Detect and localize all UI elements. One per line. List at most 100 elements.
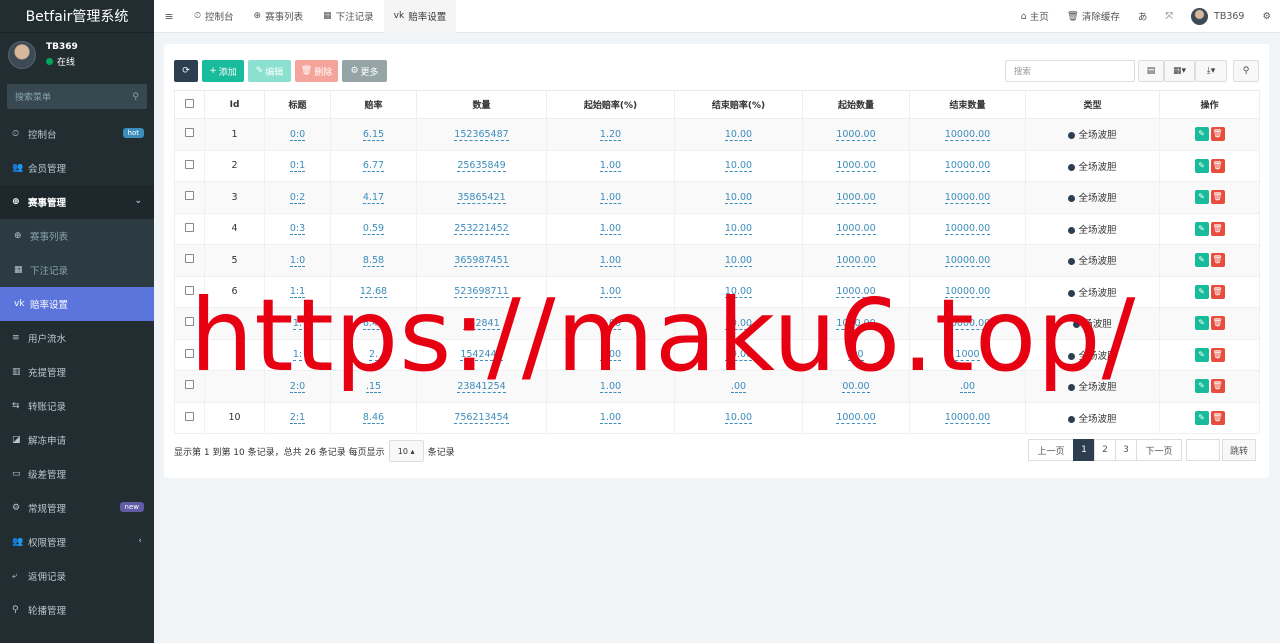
editable-end_qty-link[interactable]: 10000.00 bbox=[944, 128, 991, 141]
tab-0[interactable]: ⏲ 控制台 bbox=[184, 0, 244, 33]
next-page-button[interactable]: 下一页 bbox=[1136, 439, 1182, 461]
editable-start_rate-link[interactable]: 1.00 bbox=[599, 223, 622, 236]
page-button-1[interactable]: 1 bbox=[1073, 439, 1095, 461]
refresh-button[interactable]: ⟳ bbox=[174, 60, 198, 82]
tab-3[interactable]: vk 赔率设置 bbox=[383, 0, 457, 33]
editable-start_qty-link[interactable]: 1000.00 bbox=[836, 254, 876, 267]
column-header[interactable]: 赔率 bbox=[330, 90, 417, 119]
editable-end_rate-link[interactable]: 10.00 bbox=[724, 128, 753, 141]
sidebar-item-11[interactable]: ⚙ 常规管理 new bbox=[0, 491, 154, 525]
prev-page-button[interactable]: 上一页 bbox=[1028, 439, 1074, 461]
editable-odds-link[interactable]: 6.77 bbox=[362, 160, 385, 173]
language-icon[interactable]: あ bbox=[1129, 9, 1157, 23]
editable-end_qty-link[interactable]: 10000.00 bbox=[944, 412, 991, 425]
row-checkbox[interactable] bbox=[174, 149, 205, 182]
editable-start_qty-link[interactable]: 1000.00 bbox=[836, 191, 876, 204]
column-header[interactable]: 标题 bbox=[264, 90, 331, 119]
editable-start_rate-link[interactable]: 1.20 bbox=[599, 128, 622, 141]
editable-title-link[interactable]: 0:1 bbox=[289, 160, 306, 173]
tab-1[interactable]: ⊕ 赛事列表 bbox=[244, 0, 314, 33]
toggle-view-button[interactable]: ▤ bbox=[1138, 60, 1164, 82]
editable-end_rate-link[interactable]: 10.00 bbox=[724, 160, 753, 173]
editable-qty-link[interactable]: 756213454 bbox=[454, 412, 509, 425]
table-search-input[interactable]: 搜索 bbox=[1005, 60, 1135, 82]
column-header[interactable]: 数量 bbox=[416, 90, 547, 119]
sidebar-item-3[interactable]: ⊕ 赛事列表 bbox=[0, 219, 154, 253]
sidebar-item-12[interactable]: 👥 权限管理 ‹ bbox=[0, 525, 154, 559]
editable-qty-link[interactable]: 253221452 bbox=[454, 223, 509, 236]
app-title[interactable]: Betfair管理系统 bbox=[0, 0, 154, 33]
editable-start_rate-link[interactable]: 1.00 bbox=[599, 191, 622, 204]
row-checkbox[interactable] bbox=[174, 118, 205, 151]
row-edit-button[interactable]: ✎ bbox=[1194, 379, 1209, 394]
home-link[interactable]: ⌂ 主页 bbox=[1012, 9, 1058, 24]
columns-button[interactable]: ▦▾ bbox=[1164, 60, 1195, 82]
edit-button[interactable]: ✎ 编辑 bbox=[248, 60, 291, 82]
editable-odds-link[interactable]: 0.59 bbox=[362, 223, 385, 236]
editable-start_qty-link[interactable]: 1000.00 bbox=[836, 412, 876, 425]
editable-start_rate-link[interactable]: 1.00 bbox=[599, 254, 622, 267]
menu-toggle-icon[interactable]: ≡ bbox=[154, 10, 184, 23]
editable-qty-link[interactable]: 152365487 bbox=[454, 128, 509, 141]
row-delete-button[interactable]: 🗑 bbox=[1210, 347, 1225, 362]
editable-start_qty-link[interactable]: 1000.00 bbox=[836, 128, 876, 141]
editable-end_rate-link[interactable]: 10.00 bbox=[724, 191, 753, 204]
column-header[interactable]: 类型 bbox=[1025, 90, 1160, 119]
settings-gears-icon[interactable]: ⚙ bbox=[1253, 11, 1280, 22]
add-button[interactable]: + 添加 bbox=[202, 60, 244, 82]
editable-qty-link[interactable]: 25635849 bbox=[457, 160, 506, 173]
editable-title-link[interactable]: 0:0 bbox=[289, 128, 306, 141]
row-delete-button[interactable]: 🗑 bbox=[1210, 410, 1225, 425]
column-header[interactable]: Id bbox=[204, 90, 265, 119]
row-delete-button[interactable]: 🗑 bbox=[1210, 221, 1225, 236]
editable-end_qty-link[interactable]: 10000.00 bbox=[944, 160, 991, 173]
select-all-checkbox[interactable] bbox=[174, 90, 205, 119]
editable-odds-link[interactable]: 4.17 bbox=[362, 191, 385, 204]
row-delete-button[interactable]: 🗑 bbox=[1210, 190, 1225, 205]
row-delete-button[interactable]: 🗑 bbox=[1210, 379, 1225, 394]
row-delete-button[interactable]: 🗑 bbox=[1210, 127, 1225, 142]
editable-odds-link[interactable]: 6.15 bbox=[362, 128, 385, 141]
row-delete-button[interactable]: 🗑 bbox=[1210, 158, 1225, 173]
editable-qty-link[interactable]: 35865421 bbox=[457, 191, 506, 204]
row-checkbox[interactable] bbox=[174, 401, 205, 434]
delete-button[interactable]: 🗑 删除 bbox=[295, 60, 338, 82]
fullscreen-icon[interactable]: ⤧ bbox=[1156, 11, 1182, 22]
column-header[interactable]: 起始赔率(%) bbox=[546, 90, 675, 119]
row-edit-button[interactable]: ✎ bbox=[1194, 253, 1209, 268]
row-checkbox[interactable] bbox=[174, 181, 205, 214]
sidebar-item-10[interactable]: ▭ 级差管理 bbox=[0, 457, 154, 491]
sidebar-item-0[interactable]: ⏲ 控制台 hot bbox=[0, 117, 154, 151]
row-delete-button[interactable]: 🗑 bbox=[1210, 253, 1225, 268]
user-menu[interactable]: TB369 bbox=[1182, 7, 1253, 25]
sidebar-item-4[interactable]: ▦ 下注记录 bbox=[0, 253, 154, 287]
editable-end_qty-link[interactable]: 10000.00 bbox=[944, 191, 991, 204]
page-button-3[interactable]: 3 bbox=[1115, 439, 1137, 461]
editable-end_qty-link[interactable]: 10000.00 bbox=[944, 254, 991, 267]
sidebar-item-2[interactable]: ⊕ 赛事管理 ⌄ bbox=[0, 185, 154, 219]
row-edit-button[interactable]: ✎ bbox=[1194, 158, 1209, 173]
row-edit-button[interactable]: ✎ bbox=[1194, 410, 1209, 425]
row-edit-button[interactable]: ✎ bbox=[1194, 221, 1209, 236]
export-button[interactable]: ⤓▾ bbox=[1195, 60, 1227, 82]
sidebar-item-13[interactable]: ⤶ 返佣记录 bbox=[0, 559, 154, 593]
page-jump-input[interactable] bbox=[1186, 439, 1220, 461]
editable-start_qty-link[interactable]: 1000.00 bbox=[836, 160, 876, 173]
row-edit-button[interactable]: ✎ bbox=[1194, 347, 1209, 362]
sidebar-item-6[interactable]: ≡ 用户流水 bbox=[0, 321, 154, 355]
editable-start_rate-link[interactable]: 1.00 bbox=[599, 412, 622, 425]
row-edit-button[interactable]: ✎ bbox=[1194, 284, 1209, 299]
row-edit-button[interactable]: ✎ bbox=[1194, 316, 1209, 331]
sidebar-item-14[interactable]: ⚲ 轮播管理 bbox=[0, 593, 154, 627]
column-header[interactable]: 结束赔率(%) bbox=[674, 90, 803, 119]
editable-title-link[interactable]: 2:1 bbox=[289, 412, 306, 425]
editable-odds-link[interactable]: 8.58 bbox=[362, 254, 385, 267]
more-button[interactable]: ⚙ 更多 bbox=[342, 60, 387, 82]
sidebar-item-1[interactable]: 👥 会员管理 bbox=[0, 151, 154, 185]
editable-end_rate-link[interactable]: 10.00 bbox=[724, 412, 753, 425]
clear-cache-button[interactable]: 🗑 清除缓存 bbox=[1058, 9, 1129, 24]
row-checkbox[interactable] bbox=[174, 212, 205, 245]
column-header[interactable]: 结束数量 bbox=[909, 90, 1026, 119]
editable-title-link[interactable]: 0:3 bbox=[289, 223, 306, 236]
search-button[interactable]: ⚲ bbox=[1233, 60, 1259, 82]
